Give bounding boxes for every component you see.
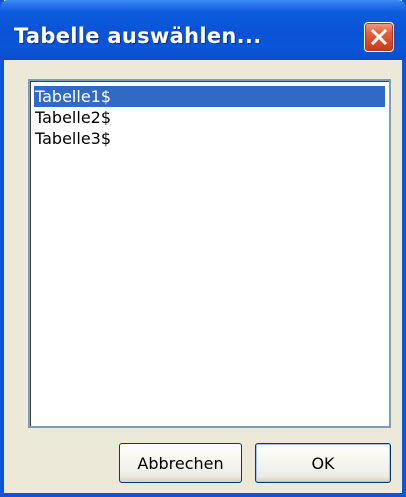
- dialog-window: Tabelle auswählen... Tabelle1$ Tabelle2$…: [0, 0, 406, 497]
- list-item-tabelle1[interactable]: Tabelle1$: [34, 86, 385, 107]
- title-bar[interactable]: Tabelle auswählen...: [0, 0, 406, 60]
- close-button[interactable]: [364, 22, 394, 52]
- table-list: Tabelle1$ Tabelle2$ Tabelle3$: [34, 86, 385, 149]
- ok-button[interactable]: OK: [255, 443, 391, 483]
- list-item-tabelle3[interactable]: Tabelle3$: [34, 128, 385, 149]
- dialog-title: Tabelle auswählen...: [14, 24, 262, 48]
- cancel-button[interactable]: Abbrechen: [119, 443, 242, 483]
- table-listbox[interactable]: Tabelle1$ Tabelle2$ Tabelle3$: [28, 79, 391, 428]
- list-item-tabelle2[interactable]: Tabelle2$: [34, 107, 385, 128]
